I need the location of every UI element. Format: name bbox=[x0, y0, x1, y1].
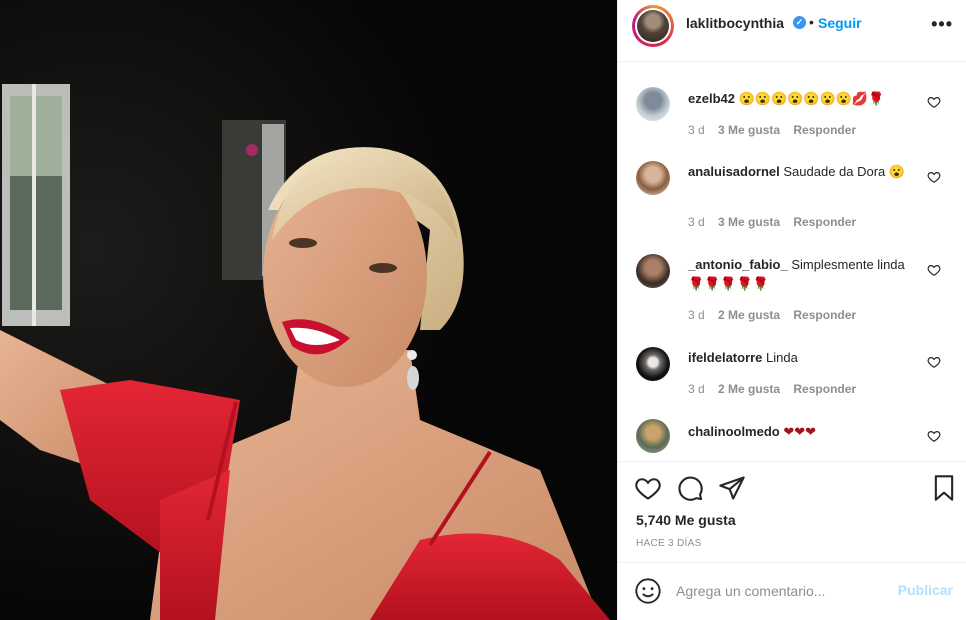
reply-button[interactable]: Responder bbox=[793, 308, 856, 322]
commenter-avatar[interactable] bbox=[636, 419, 670, 453]
like-comment-heart-icon[interactable] bbox=[927, 429, 941, 443]
bookmark-icon[interactable] bbox=[930, 474, 958, 502]
comment-likes[interactable]: 2 Me gusta bbox=[718, 308, 780, 322]
post-actions: 5,740 Me gusta HACE 3 DÍAS bbox=[618, 461, 966, 561]
selfie-image bbox=[0, 0, 617, 620]
comment-composer: Publicar bbox=[618, 562, 966, 620]
comment-likes[interactable]: 3 Me gusta bbox=[718, 123, 780, 137]
post-header: laklitbocynthia ✓ • Seguir ••• bbox=[618, 0, 966, 62]
header-separator: • bbox=[809, 14, 814, 30]
reply-button[interactable]: Responder bbox=[793, 215, 856, 229]
emoji-icon[interactable] bbox=[634, 577, 662, 605]
comment-icon[interactable] bbox=[676, 474, 704, 502]
like-comment-heart-icon[interactable] bbox=[927, 263, 941, 277]
comment-username[interactable]: analuisadornel bbox=[688, 164, 780, 179]
author-avatar[interactable] bbox=[632, 5, 674, 47]
comment-age: 3 d bbox=[688, 215, 705, 229]
comment-username[interactable]: ezelb42 bbox=[688, 91, 735, 106]
like-comment-heart-icon[interactable] bbox=[927, 170, 941, 184]
like-comment-heart-icon[interactable] bbox=[927, 95, 941, 109]
comment-meta: 3 d 3 Me gusta Responder bbox=[688, 123, 866, 137]
commenter-avatar[interactable] bbox=[636, 161, 670, 195]
commenter-avatar[interactable] bbox=[636, 254, 670, 288]
comment-age: 3 d bbox=[688, 123, 705, 137]
comment-list[interactable]: ezelb42 😮😮😮😮😮😮😮💋🌹 3 d 3 Me gusta Respond… bbox=[618, 63, 966, 461]
comment-likes[interactable]: 2 Me gusta bbox=[718, 382, 780, 396]
comment-username[interactable]: chalinoolmedo bbox=[688, 424, 780, 439]
share-icon[interactable] bbox=[718, 474, 746, 502]
reply-button[interactable]: Responder bbox=[793, 123, 856, 137]
commenter-avatar[interactable] bbox=[636, 347, 670, 381]
more-options-icon[interactable]: ••• bbox=[931, 14, 953, 35]
comment-text: 😮😮😮😮😮😮😮💋🌹 bbox=[738, 91, 885, 106]
comment-meta: 3 d 3 Me gusta Responder bbox=[688, 215, 866, 229]
comment-age: 3 d bbox=[688, 308, 705, 322]
comment-username[interactable]: ifeldelatorre bbox=[688, 350, 762, 365]
comment-text: ❤❤❤ bbox=[783, 424, 817, 439]
post-photo[interactable] bbox=[0, 0, 617, 620]
publish-button[interactable]: Publicar bbox=[898, 582, 953, 598]
post-side-panel: laklitbocynthia ✓ • Seguir ••• ezelb42 😮… bbox=[617, 0, 966, 620]
heart-icon[interactable] bbox=[634, 474, 662, 502]
like-comment-heart-icon[interactable] bbox=[927, 355, 941, 369]
reply-button[interactable]: Responder bbox=[793, 382, 856, 396]
post-timestamp[interactable]: HACE 3 DÍAS bbox=[636, 538, 702, 549]
comment-meta: 3 d 2 Me gusta Responder bbox=[688, 382, 866, 396]
comment-username[interactable]: _antonio_fabio_ bbox=[688, 257, 788, 272]
comment-likes[interactable]: 3 Me gusta bbox=[718, 215, 780, 229]
comment-input[interactable] bbox=[676, 580, 886, 602]
comment-text: Saudade da Dora 😮 bbox=[783, 164, 906, 179]
likes-count[interactable]: 5,740 Me gusta bbox=[636, 512, 736, 528]
comment-text: Linda bbox=[766, 350, 798, 365]
verified-badge-icon: ✓ bbox=[793, 16, 806, 29]
comment-age: 3 d bbox=[688, 382, 705, 396]
author-username[interactable]: laklitbocynthia bbox=[686, 15, 784, 31]
follow-button[interactable]: Seguir bbox=[818, 15, 862, 31]
comment-meta: 3 d 2 Me gusta Responder bbox=[688, 308, 866, 322]
commenter-avatar[interactable] bbox=[636, 87, 670, 121]
